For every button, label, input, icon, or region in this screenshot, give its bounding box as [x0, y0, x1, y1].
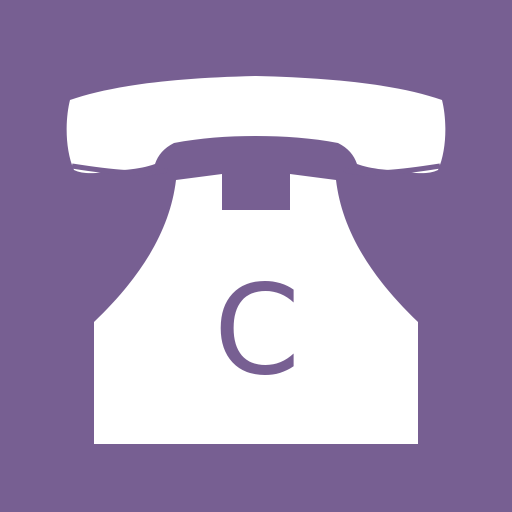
- telephone-icon: C: [0, 0, 512, 512]
- dial-letter: C: [214, 259, 301, 403]
- app-icon-tile[interactable]: C: [0, 0, 512, 512]
